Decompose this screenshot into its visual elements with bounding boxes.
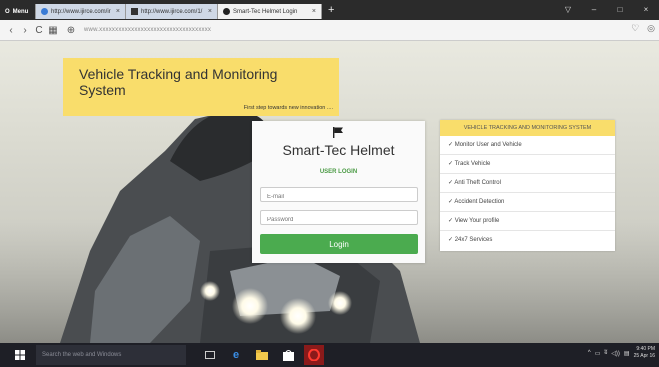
volume-icon[interactable]: ◁)) [611,350,620,357]
file-explorer-icon[interactable] [252,345,272,365]
helmet-favicon-icon [223,8,230,15]
feature-item: ✓ Anti Theft Control [440,174,615,193]
flag-icon [333,127,343,138]
address-bar-actions: ♡ ◎ [631,23,655,34]
password-field[interactable] [260,210,418,225]
tab-close-icon[interactable]: × [309,8,316,15]
battery-icon[interactable]: ▭ [595,350,601,357]
notifications-icon[interactable]: ▤ [624,350,630,357]
store-icon[interactable] [278,345,298,365]
feature-item: ✓ Track Vehicle [440,155,615,174]
new-tab-button[interactable]: + [328,4,334,16]
stash-icon[interactable]: ◎ [647,23,655,34]
back-button[interactable]: ‹ [4,25,18,36]
page-favicon-icon [131,8,138,15]
features-heading: VEHICLE TRACKING AND MONITORING SYSTEM [440,120,615,136]
browser-tab-active[interactable]: Smart-Tec Helmet Login × [218,4,322,19]
feature-item: ✓ Monitor User and Vehicle [440,136,615,155]
user-login-heading: USER LOGIN [319,169,358,175]
feature-item: ✓ 24x7 Services [448,237,493,243]
network-icon[interactable]: ʬ [604,350,607,356]
feature-item: ✓ Accident Detection [440,193,615,212]
feature-item: ✓ View Your profile [440,212,615,231]
tab-menu-icon[interactable]: ▽ [555,0,581,20]
email-field[interactable] [260,187,418,202]
opera-logo-icon: O [5,8,10,15]
window-controls: ▽ – □ × [555,0,659,20]
tab-label: http://www.ijirce.com/ir [51,8,111,15]
clock-time: 9:40 PM [636,346,655,352]
browser-tab-2[interactable]: http://www.ijirce.com/1/ × [126,4,218,19]
reload-button[interactable]: C [32,25,46,36]
hero-banner: Vehicle Tracking and Monitoring System F… [63,58,339,116]
speed-dial-icon[interactable]: ▦ [46,25,60,36]
brand-title: Smart-Tec Helmet [282,142,395,158]
start-button[interactable] [10,345,30,365]
windows-taskbar: Search the web and Windows e ^ ▭ ʬ ◁)) ▤… [0,343,659,367]
task-view-icon[interactable] [200,345,220,365]
browser-tab-bar: O Menu http://www.ijirce.com/ir × http:/… [0,0,659,20]
system-tray: ^ ▭ ʬ ◁)) ▤ 9:40 PM 25 Apr 16 [588,346,655,360]
tab-close-icon[interactable]: × [113,8,120,15]
tab-label: Smart-Tec Helmet Login [233,8,298,15]
edge-browser-icon[interactable]: e [226,345,246,365]
tab-close-icon[interactable]: × [205,8,212,15]
globe-favicon-icon [41,8,48,15]
heart-icon[interactable]: ♡ [631,23,639,34]
browser-menu-button[interactable]: O Menu [0,4,36,19]
login-button[interactable]: Login [260,234,418,254]
globe-icon: ⊕ [66,24,76,36]
maximize-button[interactable]: □ [607,0,633,20]
show-hidden-icons[interactable]: ^ [588,350,591,356]
address-bar: ‹ › C ▦ ⊕ www.xxxxxxxxxxxxxxxxxxxxxxxxxx… [0,20,659,41]
hero-subtitle: First step towards new innovation .... [243,105,333,111]
url-field[interactable]: www.xxxxxxxxxxxxxxxxxxxxxxxxxxxxxxxxxxx [84,27,211,33]
hero-title: Vehicle Tracking and Monitoring System [79,66,278,98]
web-page: Vehicle Tracking and Monitoring System F… [0,41,659,343]
clock-date: 25 Apr 16 [633,353,655,359]
close-window-button[interactable]: × [633,0,659,20]
features-panel: VEHICLE TRACKING AND MONITORING SYSTEM ✓… [440,120,615,251]
tab-label: http://www.ijirce.com/1/ [141,8,203,15]
opera-browser-icon[interactable] [304,345,324,365]
login-panel: Smart-Tec Helmet USER LOGIN Login [252,121,425,263]
menu-label: Menu [12,8,29,15]
clock[interactable]: 9:40 PM 25 Apr 16 [634,346,655,360]
windows-logo-icon [15,350,25,360]
taskbar-search-box[interactable]: Search the web and Windows [36,345,186,365]
forward-button[interactable]: › [18,25,32,36]
browser-tab-1[interactable]: http://www.ijirce.com/ir × [36,4,126,19]
minimize-button[interactable]: – [581,0,607,20]
